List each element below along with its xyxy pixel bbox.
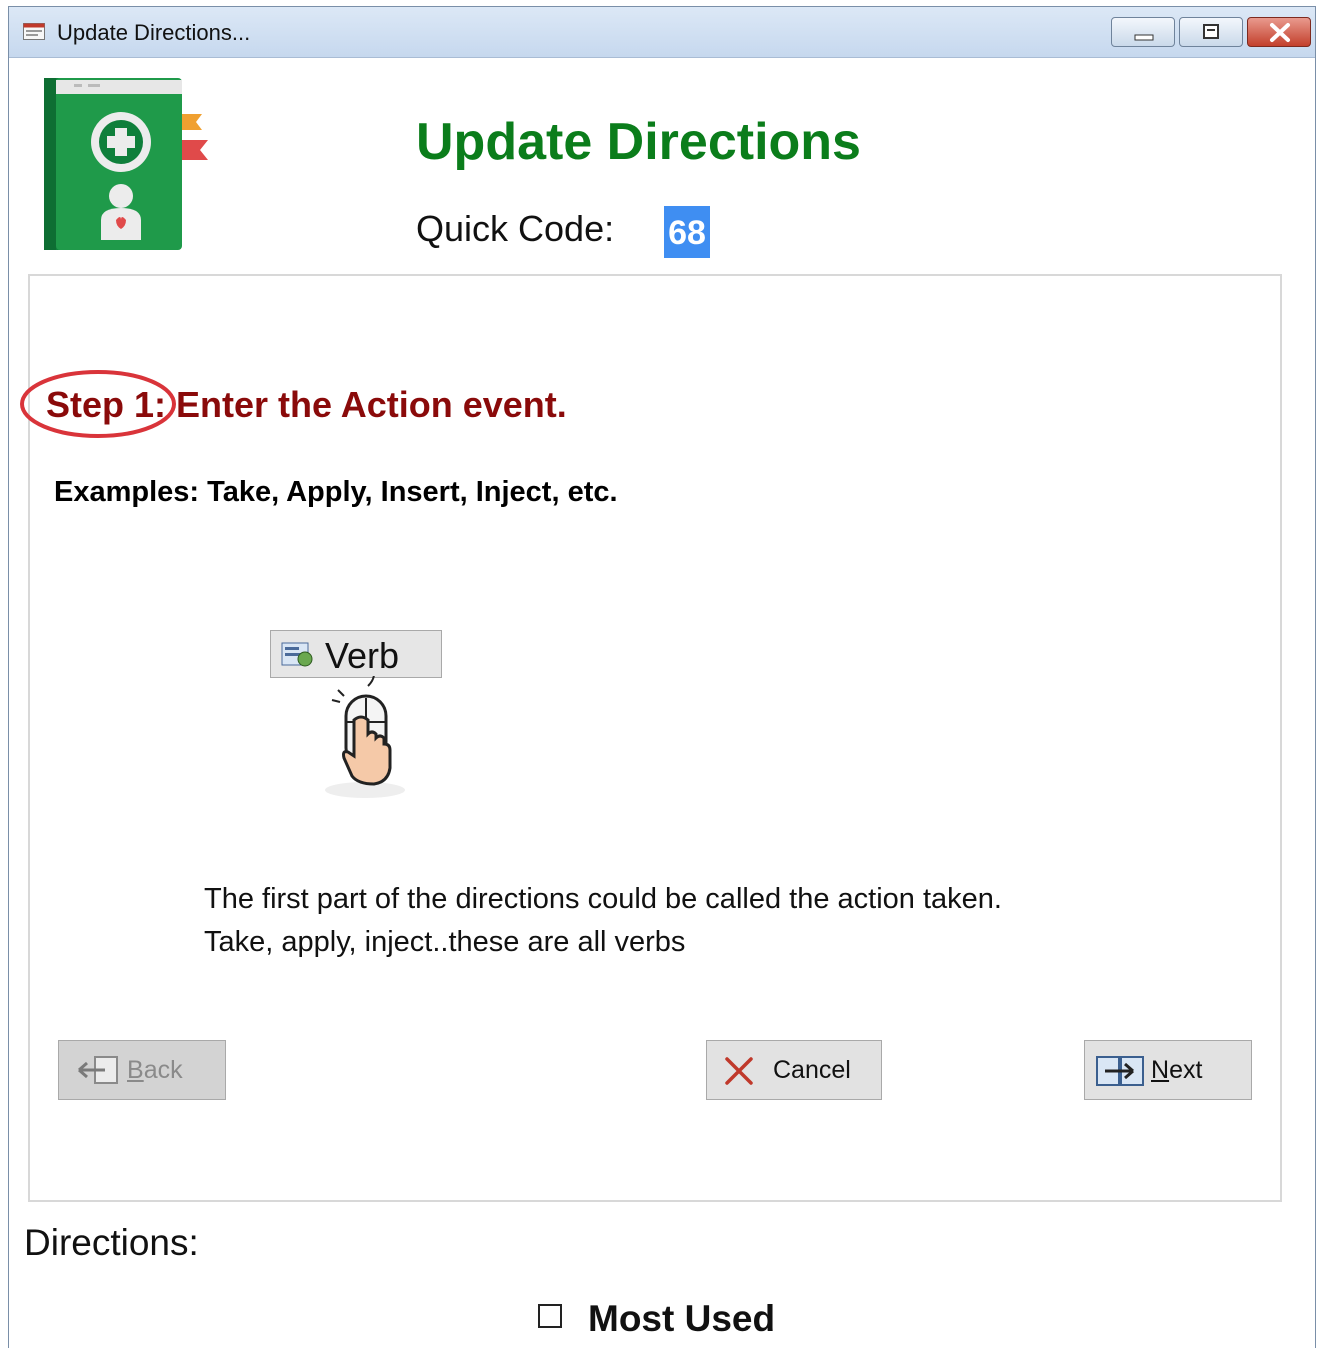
mouse-click-icon: [325, 676, 405, 798]
close-button[interactable]: [1247, 17, 1311, 47]
back-button-label: Back: [127, 1056, 183, 1084]
description-line-1: The first part of the directions could b…: [204, 883, 1002, 915]
maximize-button[interactable]: [1179, 17, 1243, 47]
step-title: Step 1: Enter the Action event.: [46, 384, 567, 425]
description-line-2: Take, apply, inject..these are all verbs: [204, 926, 686, 958]
minimize-icon: [1134, 34, 1154, 41]
medical-book-logo: [44, 78, 208, 250]
back-arrow-icon: [78, 1056, 118, 1084]
next-button-label: Next: [1151, 1056, 1203, 1084]
next-button[interactable]: Next: [1084, 1040, 1252, 1100]
window-app-icon: [23, 23, 45, 40]
verb-button-label: Verb: [325, 635, 400, 676]
window-title: Update Directions...: [57, 20, 251, 45]
page-title: Update Directions: [416, 113, 861, 171]
back-button[interactable]: Back: [58, 1040, 226, 1100]
verb-icon: [281, 642, 313, 667]
cancel-x-icon: [725, 1057, 753, 1085]
step-examples: Examples: Take, Apply, Insert, Inject, e…: [54, 476, 618, 508]
most-used-label[interactable]: Most Used: [588, 1298, 775, 1340]
minimize-button[interactable]: [1111, 17, 1175, 47]
cancel-button[interactable]: Cancel: [706, 1040, 882, 1100]
maximize-icon: [1203, 24, 1219, 39]
step-description: The first part of the directions could b…: [204, 878, 1002, 964]
next-arrow-icon: [1096, 1056, 1144, 1086]
cancel-button-label: Cancel: [773, 1056, 851, 1084]
quick-code-label: Quick Code:: [416, 208, 615, 249]
verb-button[interactable]: Verb: [270, 630, 442, 678]
title-bar[interactable]: Update Directions...: [9, 7, 1315, 58]
most-used-checkbox[interactable]: [538, 1304, 562, 1328]
close-icon: [1270, 23, 1290, 42]
directions-label: Directions:: [24, 1222, 199, 1263]
quick-code-input[interactable]: 68: [664, 206, 710, 258]
